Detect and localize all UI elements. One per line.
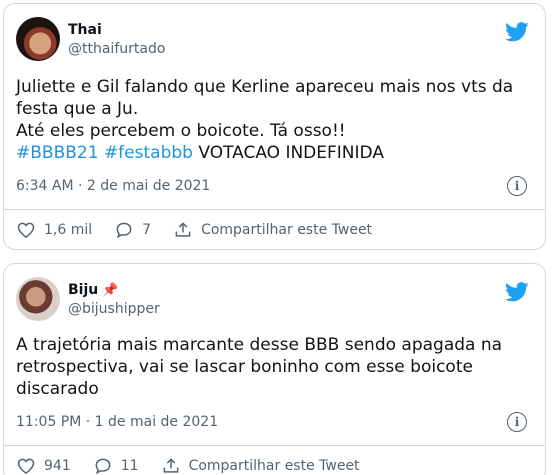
display-name-text[interactable]: Biju bbox=[68, 281, 98, 300]
handle[interactable]: @bijushipper bbox=[68, 300, 160, 318]
avatar[interactable] bbox=[16, 17, 60, 61]
hashtag-link[interactable]: #festabbb bbox=[104, 143, 193, 163]
tweet-meta: 6:34 AM · 2 de mai de 2021 i bbox=[16, 173, 533, 199]
tweet-text: A trajetória mais marcante desse BBB sen… bbox=[16, 335, 503, 399]
timestamp[interactable]: 6:34 AM · 2 de mai de 2021 bbox=[16, 178, 210, 194]
display-name-text[interactable]: Thai bbox=[68, 21, 102, 40]
tweet-text-line: Até eles percebem o boicote. Tá osso!! bbox=[16, 121, 346, 141]
share-icon bbox=[163, 458, 178, 473]
tweet-text-line: Juliette e Gil falando que Kerline apare… bbox=[16, 77, 514, 119]
share-button[interactable]: Compartilhar este Tweet bbox=[173, 220, 372, 240]
like-button[interactable]: 941 bbox=[16, 456, 71, 475]
tweet-meta: 11:05 PM · 1 de mai de 2021 i bbox=[16, 409, 533, 435]
tweet-actions: 941 11 Compartilhar este Tweet bbox=[16, 446, 533, 475]
reply-button[interactable]: 7 bbox=[114, 220, 151, 240]
tweet-header: Thai @tthaifurtado bbox=[16, 16, 533, 62]
reply-bubble-icon bbox=[95, 458, 111, 475]
timestamp[interactable]: 11:05 PM · 1 de mai de 2021 bbox=[16, 414, 218, 430]
tweet-card[interactable]: Thai @tthaifurtado Juliette e Gil faland… bbox=[3, 3, 546, 250]
like-button[interactable]: 1,6 mil bbox=[16, 220, 92, 240]
reply-button[interactable]: 11 bbox=[93, 456, 139, 475]
display-name[interactable]: Biju 📌 bbox=[68, 281, 160, 300]
reply-count: 11 bbox=[120, 458, 139, 474]
tweet-text-tail: VOTACAO INDEFINIDA bbox=[198, 143, 384, 163]
info-icon[interactable]: i bbox=[507, 176, 527, 196]
share-icon bbox=[175, 222, 191, 237]
like-count: 941 bbox=[44, 458, 71, 474]
author-names: Biju 📌 @bijushipper bbox=[68, 281, 160, 318]
avatar[interactable] bbox=[16, 277, 60, 321]
share-button[interactable]: Compartilhar este Tweet bbox=[161, 456, 360, 475]
tweet-card[interactable]: Biju 📌 @bijushipper A trajetória mais mar… bbox=[3, 263, 546, 475]
heart-icon bbox=[17, 458, 35, 474]
share-label: Compartilhar este Tweet bbox=[201, 222, 373, 238]
like-count: 1,6 mil bbox=[44, 222, 93, 238]
twitter-bird-icon[interactable] bbox=[505, 282, 529, 302]
info-icon[interactable]: i bbox=[507, 412, 527, 432]
share-label: Compartilhar este Tweet bbox=[188, 458, 360, 474]
twitter-bird-icon[interactable] bbox=[505, 22, 529, 42]
author-names: Thai @tthaifurtado bbox=[68, 21, 165, 58]
tweet-actions: 1,6 mil 7 Compartilhar este Tweet bbox=[16, 210, 533, 250]
reply-count: 7 bbox=[142, 222, 152, 238]
pushpin-icon: 📌 bbox=[102, 282, 119, 298]
tweet-header: Biju 📌 @bijushipper bbox=[16, 276, 533, 322]
handle[interactable]: @tthaifurtado bbox=[68, 40, 165, 58]
tweet-text: Juliette e Gil falando que Kerline apare… bbox=[16, 76, 533, 164]
reply-bubble-icon bbox=[116, 222, 132, 239]
heart-icon bbox=[17, 222, 35, 238]
display-name[interactable]: Thai bbox=[68, 21, 165, 40]
hashtag-link[interactable]: #BBBB21 bbox=[16, 143, 99, 163]
